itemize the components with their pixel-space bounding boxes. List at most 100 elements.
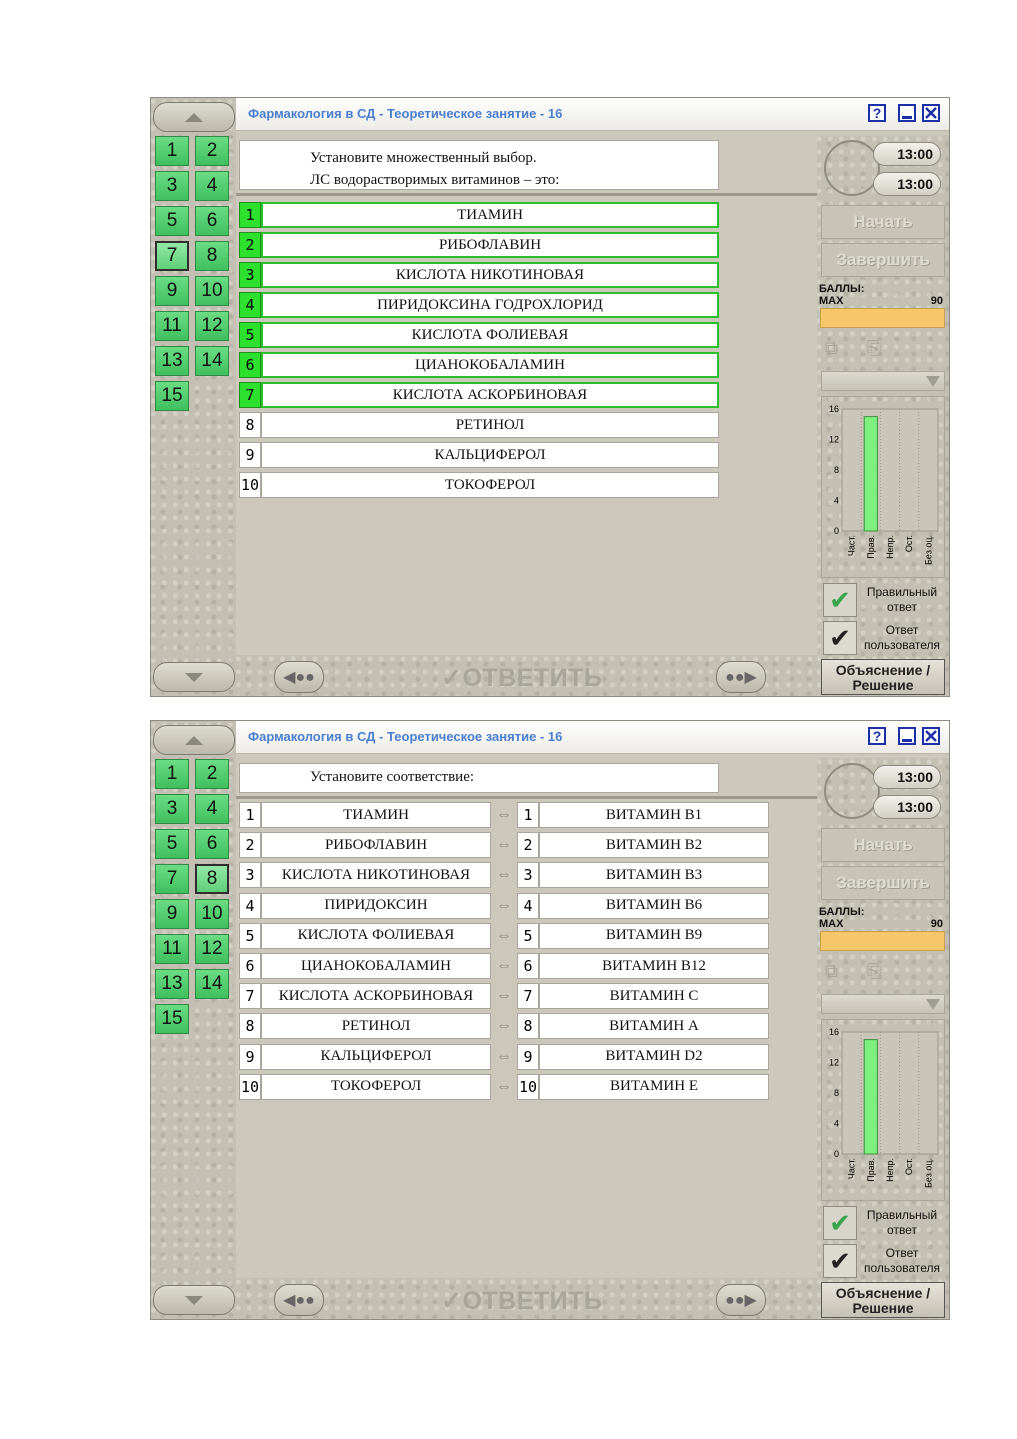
question-number-button[interactable]: 13 xyxy=(155,346,189,376)
dropdown-select[interactable] xyxy=(821,994,945,1014)
option-number[interactable]: 5 xyxy=(239,322,261,348)
start-button[interactable]: Начать xyxy=(821,205,945,239)
question-number-button[interactable]: 3 xyxy=(155,171,189,201)
option-text[interactable]: ТОКОФЕРОЛ xyxy=(261,472,719,498)
close-button[interactable] xyxy=(922,104,940,122)
question-number-button[interactable]: 1 xyxy=(155,136,189,166)
option-number[interactable]: 10 xyxy=(239,472,261,498)
dropdown-select[interactable] xyxy=(821,371,945,391)
option-text[interactable]: ПИРИДОКСИНА ГОДРОХЛОРИД xyxy=(261,292,719,318)
previous-button[interactable]: ◀●● xyxy=(274,661,324,693)
explain-button[interactable]: Объяснение / Решение xyxy=(821,659,945,695)
finish-button[interactable]: Завершить xyxy=(821,243,945,277)
question-number-button[interactable]: 9 xyxy=(155,276,189,306)
option-number[interactable]: 3 xyxy=(239,262,261,288)
option-number[interactable]: 8 xyxy=(239,412,261,438)
option-number[interactable]: 2 xyxy=(239,232,261,258)
left-item[interactable]: ПИРИДОКСИН xyxy=(261,892,491,919)
left-item[interactable]: ТИАМИН xyxy=(261,802,491,828)
scroll-down-button[interactable] xyxy=(153,1285,235,1315)
left-item[interactable]: РИБОФЛАВИН xyxy=(261,832,491,859)
question-number-button[interactable]: 11 xyxy=(155,934,189,964)
minimize-button[interactable] xyxy=(898,104,916,122)
help-button[interactable]: ? xyxy=(868,727,886,745)
left-item[interactable]: КИСЛОТА НИКОТИНОВАЯ xyxy=(261,862,491,889)
question-number-button[interactable]: 2 xyxy=(195,759,229,789)
correct-check-icon[interactable]: ✔ xyxy=(823,583,857,617)
option-number[interactable]: 7 xyxy=(239,382,261,408)
left-item[interactable]: ТОКОФЕРОЛ xyxy=(261,1073,491,1100)
option-text[interactable]: КИСЛОТА АСКОРБИНОВАЯ xyxy=(261,382,719,408)
question-number-button[interactable]: 5 xyxy=(155,829,189,859)
right-item[interactable]: ВИТАМИН В1 xyxy=(539,802,769,828)
option-number[interactable]: 4 xyxy=(239,292,261,318)
option-text[interactable]: РИБОФЛАВИН xyxy=(261,232,719,258)
close-button[interactable] xyxy=(922,727,940,745)
question-number-button[interactable]: 9 xyxy=(155,899,189,929)
option-text[interactable]: КИСЛОТА ФОЛИЕВАЯ xyxy=(261,322,719,348)
question-number-button[interactable]: 13 xyxy=(155,969,189,999)
question-number-button[interactable]: 6 xyxy=(195,206,229,236)
question-number-button[interactable]: 4 xyxy=(195,171,229,201)
finish-button[interactable]: Завершить xyxy=(821,866,945,900)
answer-button[interactable]: ✓ОТВЕТИТЬ xyxy=(441,663,602,693)
right-item[interactable]: ВИТАМИН В6 xyxy=(539,892,769,919)
question-number-button[interactable]: 15 xyxy=(155,1004,189,1034)
right-item[interactable]: ВИТАМИН А xyxy=(539,1013,769,1040)
scroll-up-button[interactable] xyxy=(153,102,235,132)
option-text[interactable]: ЦИАНОКОБАЛАМИН xyxy=(261,352,719,378)
answer-button[interactable]: ✓ОТВЕТИТЬ xyxy=(441,1286,602,1316)
previous-button[interactable]: ◀●● xyxy=(274,1284,324,1316)
correct-check-icon[interactable]: ✔ xyxy=(823,1206,857,1240)
clipboard-icon[interactable]: ⎘ xyxy=(867,338,893,360)
start-button[interactable]: Начать xyxy=(821,828,945,862)
question-number-button[interactable]: 2 xyxy=(195,136,229,166)
question-number-button[interactable]: 5 xyxy=(155,206,189,236)
left-item[interactable]: КАЛЬЦИФЕРОЛ xyxy=(261,1043,491,1070)
copy-icon[interactable]: ⧉ xyxy=(825,338,851,360)
scroll-down-button[interactable] xyxy=(153,662,235,692)
question-number-button[interactable]: 8 xyxy=(195,241,229,271)
question-number-button[interactable]: 7 xyxy=(155,241,189,271)
explain-button[interactable]: Объяснение / Решение xyxy=(821,1282,945,1318)
next-button[interactable]: ●●▶ xyxy=(716,1284,766,1316)
user-check-icon[interactable]: ✔ xyxy=(823,621,857,655)
user-check-icon[interactable]: ✔ xyxy=(823,1244,857,1278)
question-number-button[interactable]: 6 xyxy=(195,829,229,859)
option-text[interactable]: РЕТИНОЛ xyxy=(261,412,719,438)
right-item[interactable]: ВИТАМИН В9 xyxy=(539,922,769,949)
scroll-up-button[interactable] xyxy=(153,725,235,755)
next-button[interactable]: ●●▶ xyxy=(716,661,766,693)
option-number[interactable]: 6 xyxy=(239,352,261,378)
left-item[interactable]: РЕТИНОЛ xyxy=(261,1013,491,1040)
question-number-button[interactable]: 7 xyxy=(155,864,189,894)
option-text[interactable]: ТИАМИН xyxy=(261,202,719,228)
option-number[interactable]: 9 xyxy=(239,442,261,468)
help-button[interactable]: ? xyxy=(868,104,886,122)
question-number-button[interactable]: 8 xyxy=(195,864,229,894)
question-number-button[interactable]: 12 xyxy=(195,311,229,341)
question-number-button[interactable]: 12 xyxy=(195,934,229,964)
question-number-button[interactable]: 11 xyxy=(155,311,189,341)
option-text[interactable]: КАЛЬЦИФЕРОЛ xyxy=(261,442,719,468)
right-item[interactable]: ВИТАМИН В12 xyxy=(539,953,769,979)
question-number-button[interactable]: 14 xyxy=(195,346,229,376)
left-item[interactable]: КИСЛОТА ФОЛИЕВАЯ xyxy=(261,922,491,949)
right-item[interactable]: ВИТАМИН С xyxy=(539,983,769,1010)
right-item[interactable]: ВИТАМИН В2 xyxy=(539,832,769,859)
question-number-button[interactable]: 1 xyxy=(155,759,189,789)
option-text[interactable]: КИСЛОТА НИКОТИНОВАЯ xyxy=(261,262,719,288)
question-number-button[interactable]: 10 xyxy=(195,899,229,929)
copy-icon[interactable]: ⧉ xyxy=(825,961,851,983)
right-item[interactable]: ВИТАМИН В3 xyxy=(539,862,769,889)
question-number-button[interactable]: 15 xyxy=(155,381,189,411)
question-number-button[interactable]: 4 xyxy=(195,794,229,824)
question-number-button[interactable]: 14 xyxy=(195,969,229,999)
clipboard-icon[interactable]: ⎘ xyxy=(867,961,893,983)
left-item[interactable]: КИСЛОТА АСКОРБИНОВАЯ xyxy=(261,983,491,1010)
question-number-button[interactable]: 3 xyxy=(155,794,189,824)
question-number-button[interactable]: 10 xyxy=(195,276,229,306)
right-item[interactable]: ВИТАМИН D2 xyxy=(539,1043,769,1070)
left-item[interactable]: ЦИАНОКОБАЛАМИН xyxy=(261,953,491,979)
minimize-button[interactable] xyxy=(898,727,916,745)
